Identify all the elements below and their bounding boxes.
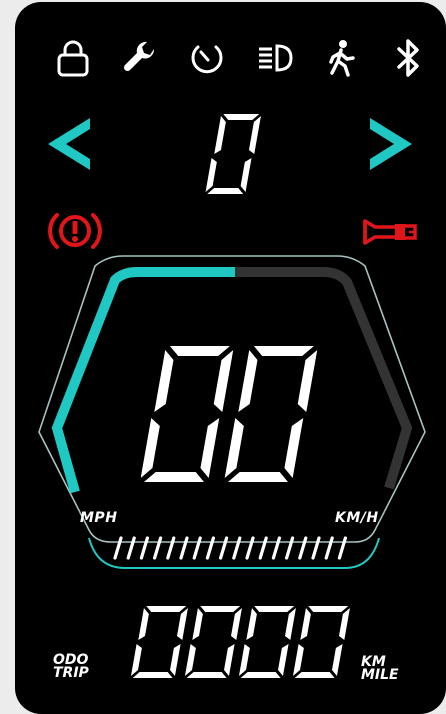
tick-mark — [311, 536, 321, 560]
lock-icon[interactable] — [53, 38, 93, 78]
odometer-segment — [192, 608, 203, 640]
tick-mark — [324, 536, 334, 560]
wrench-icon[interactable] — [120, 38, 160, 78]
tick-mark — [179, 536, 189, 560]
odometer-segment — [170, 644, 181, 676]
tick-mark — [126, 536, 136, 560]
tick-mark — [285, 536, 295, 560]
odometer-segment — [246, 608, 257, 640]
trip-label: TRIP — [53, 665, 89, 681]
odometer-segment — [238, 644, 250, 676]
odometer-segment — [240, 672, 281, 678]
tick-mark — [166, 536, 176, 560]
speedometer-icon[interactable] — [187, 38, 227, 78]
speed-tick-marks — [113, 536, 347, 560]
tick-mark — [258, 536, 268, 560]
odometer-segment — [292, 644, 304, 676]
odometer-segment — [224, 644, 235, 676]
odometer-value-text: 0000 — [15, 2, 18, 3]
turn-left-arrow-icon — [48, 118, 90, 170]
odometer-segment — [146, 606, 187, 612]
odometer-segment — [200, 606, 241, 612]
odometer-segment — [278, 644, 289, 676]
tick-mark — [245, 536, 255, 560]
odometer-segment — [339, 608, 350, 640]
odometer-segment — [130, 644, 142, 676]
kmh-unit-label: KM/H — [335, 510, 379, 526]
tick-mark — [153, 536, 163, 560]
odometer-segment — [332, 644, 343, 676]
odo-trip-label[interactable]: ODO TRIP — [53, 653, 89, 681]
mile-label: MILE — [361, 667, 399, 683]
tick-mark — [337, 536, 347, 560]
odometer-segment — [186, 672, 227, 678]
odometer-segment — [177, 608, 188, 640]
tick-mark — [298, 536, 308, 560]
assist-level-digit — [205, 114, 261, 194]
tick-mark — [271, 536, 281, 560]
odometer-segment — [300, 608, 311, 640]
odometer-segment — [308, 606, 349, 612]
odometer-segment — [184, 644, 196, 676]
walk-assist-icon[interactable] — [322, 38, 362, 78]
turn-right-arrow-icon — [370, 118, 412, 170]
odometer-segment — [138, 608, 149, 640]
speed-digits — [141, 346, 318, 482]
odometer-segment — [231, 608, 242, 640]
tick-mark — [219, 536, 229, 560]
odometer-segment — [285, 608, 296, 640]
odometer-segment — [132, 672, 173, 678]
odometer-segment — [254, 606, 295, 612]
headlight-icon[interactable] — [255, 38, 295, 78]
status-icon-row — [53, 36, 429, 80]
tick-mark — [113, 536, 123, 560]
bluetooth-icon[interactable] — [389, 38, 429, 78]
km-mile-label[interactable]: KM MILE — [361, 655, 399, 683]
odometer-digits — [130, 606, 350, 678]
mph-unit-label: MPH — [80, 510, 118, 526]
tick-mark — [192, 536, 202, 560]
tick-mark — [139, 536, 149, 560]
odometer-segment — [294, 672, 335, 678]
tick-mark — [205, 536, 215, 560]
tick-mark — [232, 536, 242, 560]
display-screen: 00 MPH KM/H ODO TRIP 0000 KM MILE — [15, 2, 446, 714]
